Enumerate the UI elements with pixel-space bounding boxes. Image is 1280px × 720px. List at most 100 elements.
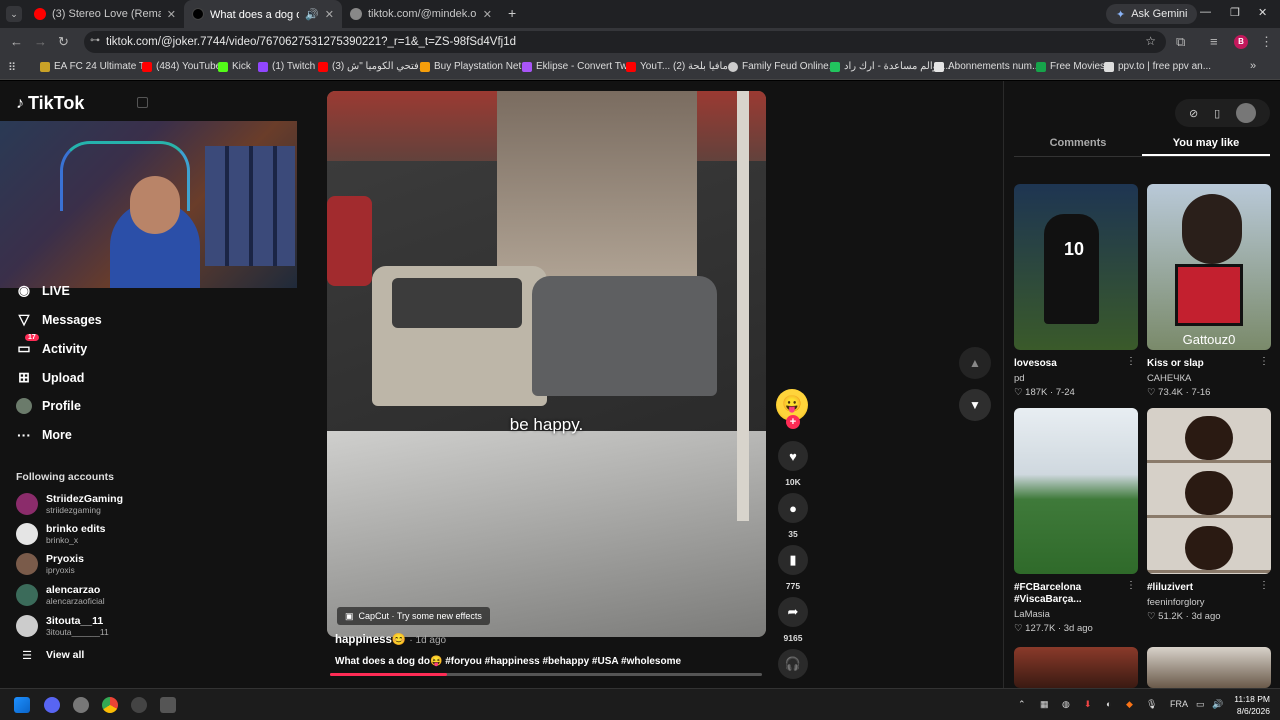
video-author[interactable]: happiness😊 · 1d ago <box>335 632 446 646</box>
sidebar: ♪ TikTok ◉ LIVE ▽ Messages ▭ 17 Activity … <box>0 81 300 688</box>
comment-button[interactable]: ● <box>778 493 808 523</box>
reload-icon[interactable]: ↻ <box>58 34 69 50</box>
follow-plus-button[interactable]: + <box>786 415 800 429</box>
sidebar-item-messages[interactable]: ▽ Messages <box>16 311 102 328</box>
chrome-menu-icon[interactable]: ⋮ <box>1260 34 1273 50</box>
bookmark-youtube-mafia[interactable]: YouT... مافيا بلحة (2) <box>626 61 728 72</box>
tray-chevron-icon[interactable]: ⌃ <box>1018 699 1026 710</box>
video-progress-bar[interactable] <box>330 673 762 676</box>
more-options-icon[interactable]: ⋮ <box>1259 356 1269 367</box>
bookmark-arabic-list[interactable]: قوالم مساعدة - ارك راد... <box>830 61 951 72</box>
tab-search-icon[interactable]: ⌄ <box>6 6 22 22</box>
bookmark-free-movies[interactable]: Free Movies <box>1036 61 1105 72</box>
like-button[interactable]: ♥ <box>778 441 808 471</box>
bookmark-youtube[interactable]: (484) YouTube <box>142 61 221 72</box>
sidebar-item-live[interactable]: ◉ LIVE <box>16 282 70 299</box>
right-panel-tabs: Comments You may like <box>1014 133 1270 157</box>
close-tab-icon[interactable]: ✕ <box>167 8 176 21</box>
more-options-icon[interactable]: ⋮ <box>1126 356 1136 367</box>
profile-avatar[interactable]: B <box>1234 35 1248 49</box>
url-input[interactable]: ⊶ tiktok.com/@joker.7744/video/767062753… <box>84 31 1166 53</box>
obs-icon[interactable] <box>131 697 147 713</box>
bookmark-ppv[interactable]: ppv.to | free ppv an... <box>1104 61 1211 72</box>
recommended-video-card[interactable] <box>1147 647 1271 688</box>
tab-you-may-like[interactable]: You may like <box>1142 133 1270 156</box>
browser-tab-tiktok[interactable]: What does a dog do😝 #fo 🔊 ✕ <box>184 0 342 28</box>
sidebar-item-activity[interactable]: ▭ 17 Activity <box>16 334 87 357</box>
more-options-icon[interactable]: ⋮ <box>1126 580 1136 591</box>
previous-video-button[interactable]: ▲ <box>959 347 991 379</box>
more-bookmarks-icon[interactable]: » <box>1250 60 1256 72</box>
share-button[interactable]: ➦ <box>778 597 808 627</box>
app-grid-icon[interactable] <box>160 697 176 713</box>
tab-comments[interactable]: Comments <box>1014 133 1142 156</box>
phone-icon[interactable]: ▯ <box>1214 107 1220 120</box>
next-video-button[interactable]: ▼ <box>959 389 991 421</box>
bookmark-twitch[interactable]: (1) Twitch <box>258 61 315 72</box>
tray-app2-icon[interactable]: ◆ <box>1126 699 1133 710</box>
volume-icon[interactable]: 🔊 <box>1212 699 1223 710</box>
account-handle: brinko_x <box>46 534 79 545</box>
ask-gemini-button[interactable]: ✦ Ask Gemini <box>1106 4 1198 24</box>
language-indicator[interactable]: FRA <box>1170 699 1188 709</box>
recommended-video-card[interactable]: Gattouz0 Kiss or slap ⋮ САНЕЧКА ♡ 73.4K … <box>1147 184 1271 398</box>
more-options-icon[interactable]: ⋮ <box>1259 580 1269 591</box>
apps-grid-icon[interactable]: ⠿ <box>8 61 16 74</box>
mute-tab-icon[interactable]: 🔊 <box>305 8 319 21</box>
bookmark-family-feud[interactable]: Family Feud Online... <box>728 61 837 72</box>
tiktok-logo[interactable]: ♪ TikTok <box>16 93 84 114</box>
close-window-icon[interactable]: ✕ <box>1258 6 1267 19</box>
collapse-sidebar-icon[interactable] <box>137 97 148 108</box>
sidebar-item-label: Upload <box>42 370 85 385</box>
settings-gear-icon[interactable] <box>73 697 89 713</box>
browser-tab-youtube[interactable]: (3) Stereo Love (Remastered Ve ✕ <box>26 0 184 28</box>
capcut-effect-link[interactable]: ▣ CapCut · Try some new effects <box>337 607 490 625</box>
tray-mic-icon[interactable]: 🎙 <box>1146 699 1157 710</box>
music-button[interactable]: 🎧 <box>778 649 808 679</box>
site-info-icon[interactable]: ⊶ <box>90 35 100 46</box>
maximize-icon[interactable]: ❐ <box>1230 6 1240 19</box>
following-account[interactable]: Pryoxis ipryoxis <box>16 553 84 575</box>
system-clock[interactable]: 11:18 PM 8/6/2026 <box>1226 693 1270 717</box>
bookmark-eklipse[interactable]: Eklipse - Convert Tw... <box>522 61 635 72</box>
tray-app-icon[interactable]: ▦ <box>1040 699 1049 710</box>
media-controls-icon[interactable]: ≡ <box>1210 34 1218 49</box>
following-account[interactable]: StriidezGaming striidezgaming <box>16 493 123 515</box>
video-player[interactable]: be happy. ▣ CapCut · Try some new effect… <box>327 91 766 637</box>
minimize-icon[interactable]: — <box>1200 6 1211 18</box>
sidebar-item-profile[interactable]: Profile <box>16 398 81 414</box>
recommended-video-card[interactable]: #FCBarcelona #ViscaBarça... ⋮ LaMasia ♡ … <box>1014 408 1138 634</box>
bookmark-abonnements[interactable]: Abonnements num... <box>934 61 1040 72</box>
compass-icon[interactable]: ⊘ <box>1189 107 1198 120</box>
close-tab-icon[interactable]: ✕ <box>325 8 334 21</box>
extensions-icon[interactable]: ⧉ <box>1176 34 1185 50</box>
tray-discord-icon[interactable]: ◐ <box>1106 699 1111 709</box>
recommended-video-card[interactable] <box>1014 647 1138 688</box>
sidebar-item-more[interactable]: ··· More <box>16 427 72 443</box>
recommended-video-card[interactable]: #liluzivert ⋮ feeninforglory ♡ 51.2K · 3… <box>1147 408 1271 622</box>
following-account[interactable]: 3itouta__11 3itouta______11 <box>16 615 109 637</box>
discord-icon[interactable] <box>44 697 60 713</box>
bookmark-ea-fc[interactable]: EA FC 24 Ultimate T... <box>40 61 152 72</box>
bookmark-playstation[interactable]: Buy Playstation Net... <box>420 61 530 72</box>
forward-icon[interactable]: → <box>34 34 47 49</box>
tray-steam-icon[interactable]: ◍ <box>1062 699 1070 710</box>
bookmark-kick[interactable]: Kick <box>218 61 251 72</box>
following-account[interactable]: alencarzao alencarzaoficial <box>16 584 105 606</box>
tray-download-icon[interactable]: ⬇ <box>1084 699 1092 710</box>
avatar[interactable] <box>1236 103 1257 123</box>
bookmark-star-icon[interactable]: ☆ <box>1145 34 1156 48</box>
close-tab-icon[interactable]: ✕ <box>483 8 492 21</box>
chrome-icon[interactable] <box>102 697 118 713</box>
view-all-link[interactable]: ☰ View all <box>16 649 84 663</box>
bookmark-youtube-channel[interactable]: (3) فتحي الكوميا "ش... <box>318 61 427 72</box>
following-account[interactable]: brinko edits brinko_x <box>16 523 106 545</box>
back-icon[interactable]: ← <box>10 34 23 49</box>
save-button[interactable]: ▮ <box>778 545 808 575</box>
recommended-video-card[interactable]: 10 lovesosa ⋮ pd ♡ 187K · 7-24 <box>1014 184 1138 398</box>
network-icon[interactable]: ▭ <box>1196 699 1205 710</box>
sidebar-item-upload[interactable]: ⊞ Upload <box>16 369 84 386</box>
browser-tab-tiktok-profile[interactable]: tiktok.com/@mindek.oui.mind ✕ <box>342 0 500 28</box>
new-tab-button[interactable]: + <box>500 0 524 28</box>
windows-start-icon[interactable] <box>14 697 30 713</box>
